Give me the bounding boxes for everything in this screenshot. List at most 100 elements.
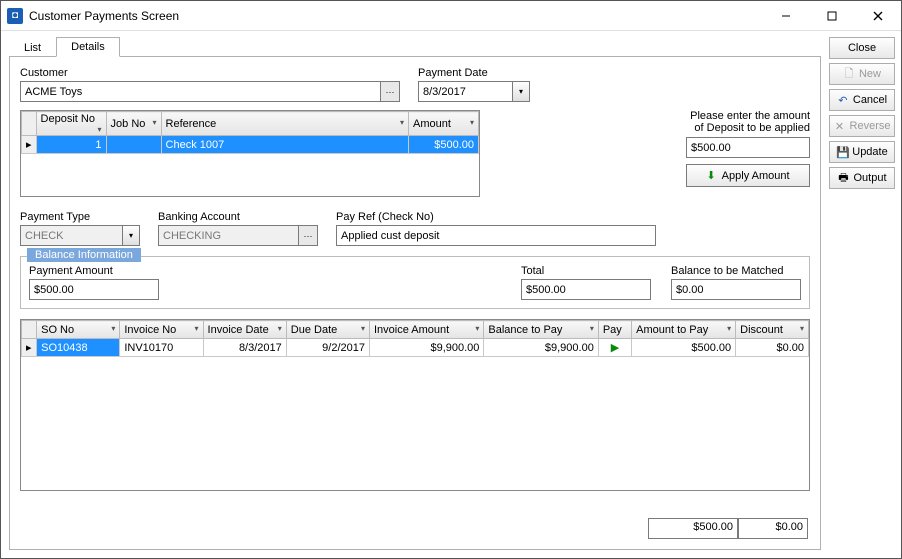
pay-ref-label: Pay Ref (Check No) [336, 211, 656, 223]
footer-totals: $500.00 $0.00 [648, 518, 808, 539]
output-button[interactable]: 🖶Output [829, 167, 895, 189]
minimize-button[interactable] [763, 1, 809, 31]
cell-so-no[interactable]: SO10438 [37, 339, 120, 357]
maximize-button[interactable] [809, 1, 855, 31]
balance-to-match-label: Balance to be Matched [671, 265, 801, 277]
col-deposit-no[interactable]: Deposit No [41, 113, 95, 125]
col-amount[interactable]: Amount [413, 118, 451, 130]
undo-icon: ↶ [837, 94, 849, 107]
details-content: Customer ACME Toys ··· Payment Date 8/3/… [9, 57, 821, 550]
payment-date-input[interactable]: 8/3/2017 [418, 81, 512, 102]
col-invoice-no[interactable]: Invoice No [124, 324, 176, 336]
output-icon: 🖶 [837, 169, 849, 188]
filter-icon[interactable]: ▾ [590, 324, 594, 333]
cell-amount-to-pay[interactable]: $500.00 [632, 339, 736, 357]
invoice-grid-blank [21, 357, 809, 491]
cell-invoice-no[interactable]: INV10170 [120, 339, 203, 357]
customer-payments-window: ◘ Customer Payments Screen List Details … [0, 0, 902, 559]
filter-icon[interactable]: ▾ [153, 118, 157, 127]
deposit-grid-blank [21, 154, 479, 196]
banking-account-label: Banking Account [158, 211, 318, 223]
titlebar: ◘ Customer Payments Screen [1, 1, 901, 31]
payment-date-label: Payment Date [418, 67, 530, 79]
deposit-grid-corner [22, 112, 37, 136]
reverse-icon: ✕ [834, 120, 846, 133]
payment-type-field: CHECK ▾ [20, 225, 140, 246]
footer-discount: $0.00 [738, 518, 808, 539]
col-discount[interactable]: Discount [740, 324, 783, 336]
close-window-button[interactable] [855, 1, 901, 31]
filter-icon[interactable]: ▾ [98, 125, 102, 134]
col-due-date[interactable]: Due Date [291, 324, 337, 336]
filter-icon[interactable]: ▾ [727, 324, 731, 333]
cell-invoice-date[interactable]: 8/3/2017 [203, 339, 286, 357]
tab-details[interactable]: Details [56, 37, 120, 57]
pay-arrow-icon[interactable]: ▶ [598, 339, 631, 357]
customer-lookup-button[interactable]: ··· [380, 81, 400, 102]
payment-amount-value[interactable]: $500.00 [29, 279, 159, 300]
deposit-prompt-2: of Deposit to be applied [610, 122, 810, 134]
filter-icon[interactable]: ▾ [361, 324, 365, 333]
invoice-grid[interactable]: SO No ▾ Invoice No ▾ Invoice Date ▾ Due Dat… [20, 319, 810, 491]
col-so-no[interactable]: SO No [41, 324, 74, 336]
payment-date-dropdown-button[interactable]: ▾ [512, 81, 530, 102]
apply-amount-label: Apply Amount [722, 170, 790, 182]
new-icon: 🗋 [843, 65, 855, 84]
filter-icon[interactable]: ▾ [800, 324, 804, 333]
filter-icon[interactable]: ▾ [111, 324, 115, 333]
cell-discount[interactable]: $0.00 [736, 339, 809, 357]
invoice-grid-corner [22, 321, 37, 339]
cell-balance-to-pay[interactable]: $9,900.00 [484, 339, 598, 357]
reverse-button: ✕Reverse [829, 115, 895, 137]
col-amount-to-pay[interactable]: Amount to Pay [636, 324, 708, 336]
deposit-prompt-1: Please enter the amount [610, 110, 810, 122]
window-title: Customer Payments Screen [29, 9, 763, 23]
col-balance-to-pay[interactable]: Balance to Pay [488, 324, 562, 336]
cancel-button[interactable]: ↶Cancel [829, 89, 895, 111]
payment-type-label: Payment Type [20, 211, 140, 223]
col-reference[interactable]: Reference [166, 118, 217, 130]
invoice-row[interactable]: ▸ SO10438 INV10170 8/3/2017 9/2/2017 $9,… [22, 339, 809, 357]
customer-input[interactable]: ACME Toys [20, 81, 380, 102]
banking-account-input: CHECKING [158, 225, 298, 246]
filter-icon[interactable]: ▾ [470, 118, 474, 127]
body-area: List Details Customer ACME Toys ··· Paym… [1, 31, 901, 558]
balance-group: Balance Information Payment Amount $500.… [20, 256, 810, 309]
cell-reference[interactable]: Check 1007 [161, 136, 408, 154]
side-pane: Close 🗋New ↶Cancel ✕Reverse 💾Update 🖶Out… [829, 31, 901, 558]
new-button: 🗋New [829, 63, 895, 85]
balance-legend: Balance Information [27, 248, 141, 262]
col-invoice-amount[interactable]: Invoice Amount [374, 324, 449, 336]
tab-list[interactable]: List [9, 38, 56, 57]
customer-lookup[interactable]: ACME Toys ··· [20, 81, 400, 102]
filter-icon[interactable]: ▾ [195, 324, 199, 333]
deposit-grid[interactable]: Deposit No▾ Job No▾ Reference▾ Amount▾ ▸… [20, 110, 480, 197]
filter-icon[interactable]: ▾ [278, 324, 282, 333]
cell-job-no[interactable] [106, 136, 161, 154]
filter-icon[interactable]: ▾ [475, 324, 479, 333]
cell-invoice-amount[interactable]: $9,900.00 [369, 339, 483, 357]
row-indicator-icon: ▸ [22, 136, 37, 154]
col-job-no[interactable]: Job No [111, 118, 146, 130]
customer-label: Customer [20, 67, 400, 79]
payment-amount-label: Payment Amount [29, 265, 159, 277]
cell-due-date[interactable]: 9/2/2017 [286, 339, 369, 357]
col-pay[interactable]: Pay [603, 324, 622, 336]
banking-account-lookup-button: ··· [298, 225, 318, 246]
deposit-row[interactable]: ▸ 1 Check 1007 $500.00 [22, 136, 479, 154]
pay-ref-input[interactable]: Applied cust deposit [336, 225, 656, 246]
deposit-amount-input[interactable]: $500.00 [686, 137, 810, 158]
payment-type-input: CHECK [20, 225, 122, 246]
filter-icon[interactable]: ▾ [400, 118, 404, 127]
balance-to-match-value: $0.00 [671, 279, 801, 300]
update-button[interactable]: 💾Update [829, 141, 895, 163]
cell-deposit-no[interactable]: 1 [36, 136, 106, 154]
banking-account-field: CHECKING ··· [158, 225, 318, 246]
payment-date-field[interactable]: 8/3/2017 ▾ [418, 81, 530, 102]
close-button[interactable]: Close [829, 37, 895, 59]
apply-amount-button[interactable]: ⬇ Apply Amount [686, 164, 810, 187]
cell-amount[interactable]: $500.00 [409, 136, 479, 154]
col-invoice-date[interactable]: Invoice Date [208, 324, 269, 336]
total-label: Total [521, 265, 651, 277]
main-pane: List Details Customer ACME Toys ··· Paym… [1, 31, 829, 558]
